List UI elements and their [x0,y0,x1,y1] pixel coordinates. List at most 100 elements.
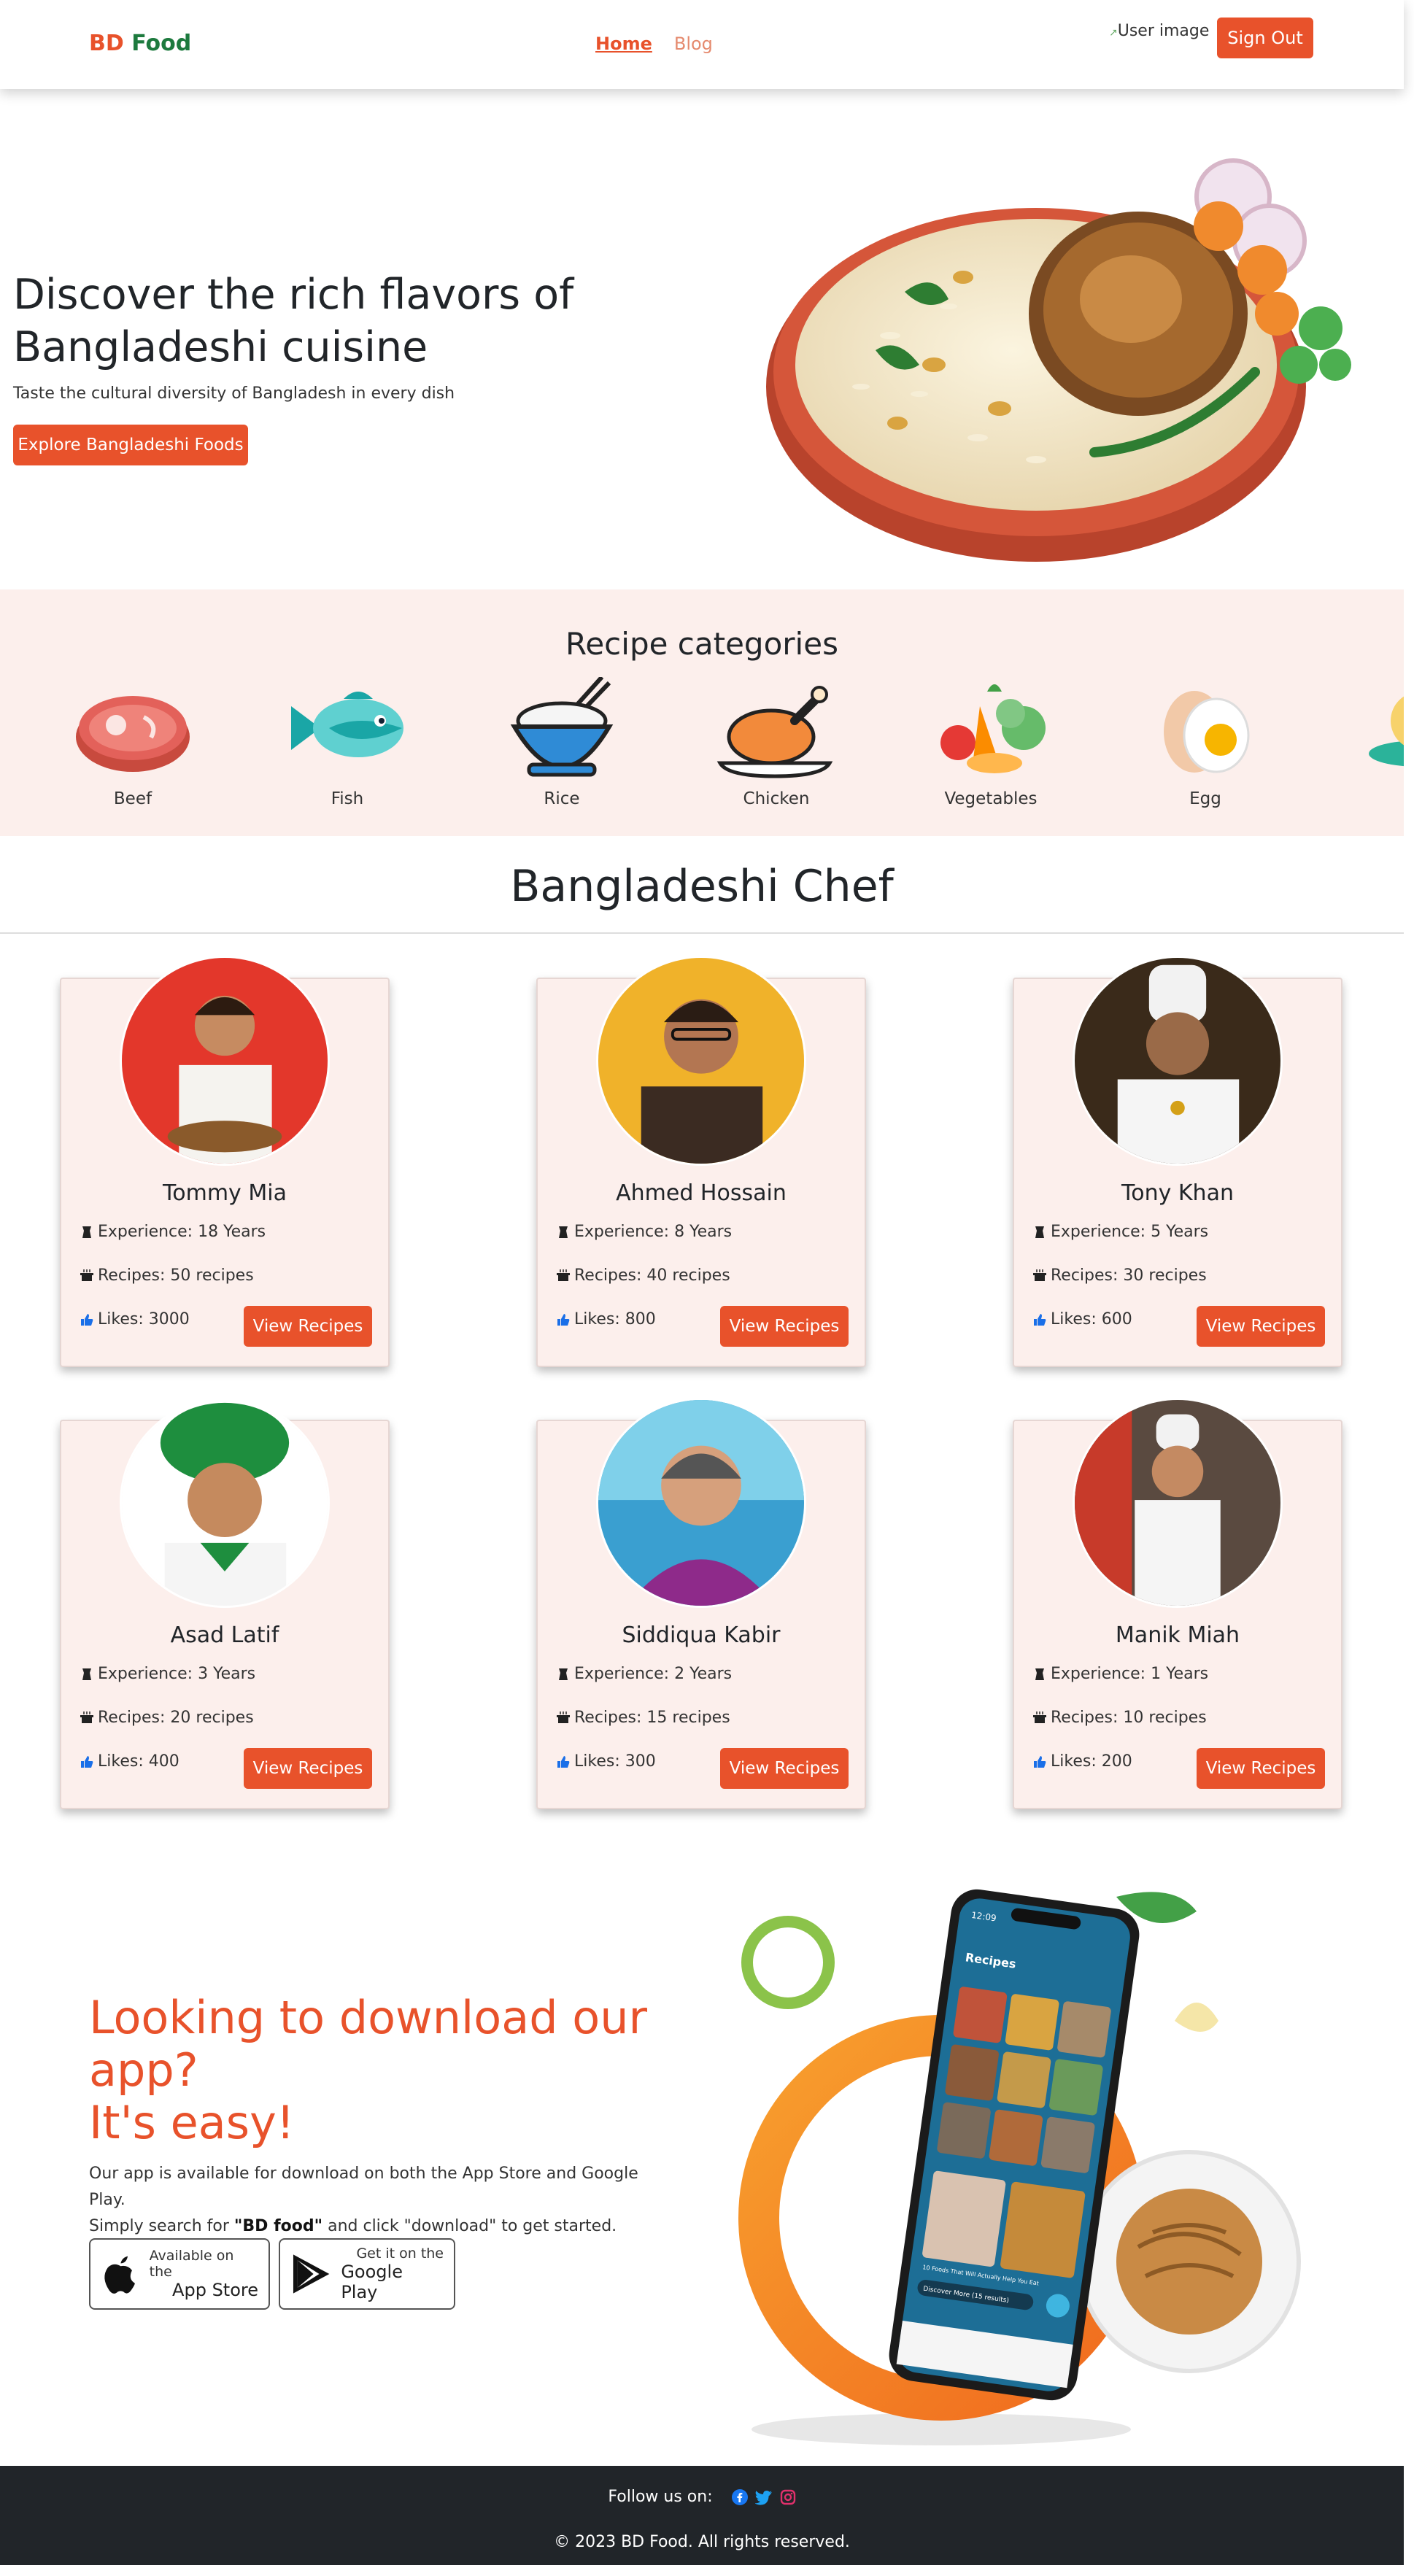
app-desc-bold: "BD food" [233,2217,323,2235]
likes-text: Likes: 3000 [98,1310,190,1328]
brand-logo[interactable]: BD Food [89,31,191,56]
chef-hat-icon [82,1668,91,1680]
brand-part-food: Food [131,31,192,56]
experience-text: Experience: 3 Years [98,1665,256,1683]
apple-icon [104,2256,135,2294]
chef-name: Tommy Mia [163,1180,287,1206]
divider [0,932,1404,934]
chef-photo [1073,1398,1283,1608]
chef-photo [1073,956,1283,1166]
instagram-icon[interactable] [780,2489,796,2505]
chef-experience: Experience: 1 Years [1033,1665,1208,1683]
view-recipes-button[interactable]: View Recipes [720,1748,849,1789]
dessert-icon [1369,696,1404,767]
chef-hat-icon [559,1226,568,1238]
chef-hat-icon [82,1226,91,1238]
chef-card: Asad Latif Experience: 3 Years Recipes: … [60,1398,390,1809]
google-play-icon [293,2254,330,2294]
chef-recipes: Recipes: 40 recipes [557,1266,730,1285]
fish-icon [291,692,403,757]
experience-text: Experience: 5 Years [1051,1223,1209,1241]
sign-out-button[interactable]: Sign Out [1217,18,1313,58]
chef-likes: Likes: 600 [1033,1310,1132,1328]
nav-links: Home Blog [595,34,713,54]
experience-text: Experience: 2 Years [574,1665,733,1683]
category-label: Egg [1189,789,1221,808]
chef-name: Manik Miah [1115,1622,1240,1648]
social-icons [731,2488,796,2505]
chef-name: Asad Latif [170,1622,279,1648]
category-label: Vegetables [944,789,1038,808]
category-beef[interactable]: Beef [67,677,198,808]
cooking-pot-icon [1033,1711,1046,1723]
cooking-pot-icon [80,1269,93,1281]
thumbs-up-icon [81,1755,93,1768]
chef-card: Ahmed Hossain Experience: 8 Years Recipe… [536,956,866,1367]
chef-recipes: Recipes: 50 recipes [80,1266,254,1285]
google-play-small: Get it on the [356,2246,444,2262]
category-label: Beef [113,789,152,808]
hero-subtitle: Taste the cultural diversity of Banglade… [13,384,455,403]
recipes-text: Recipes: 30 recipes [1051,1266,1207,1285]
footer: Follow us on: © 2023 BD Food. All rights… [0,2466,1404,2565]
category-chicken[interactable]: Chicken [711,677,842,808]
cooking-pot-icon [557,1269,570,1281]
chef-photo [120,956,330,1166]
google-play-button[interactable]: Get it on the Google Play [279,2238,455,2310]
category-egg[interactable]: Egg [1140,677,1271,808]
chef-photo [120,1398,330,1608]
hero-title: Discover the rich flavors of Bangladeshi… [13,271,574,371]
recipes-text: Recipes: 40 recipes [574,1266,730,1285]
facebook-icon[interactable] [731,2488,748,2505]
category-vegetables[interactable]: Vegetables [925,677,1056,808]
chef-likes: Likes: 3000 [80,1310,190,1328]
chef-name: Tony Khan [1121,1180,1234,1206]
roast-chicken-icon [716,686,833,778]
egg-icon [1164,691,1250,773]
view-recipes-button[interactable]: View Recipes [1197,1306,1325,1347]
recipes-text: Recipes: 20 recipes [98,1709,254,1727]
chef-likes: Likes: 300 [557,1752,656,1771]
experience-text: Experience: 1 Years [1051,1665,1209,1683]
category-label: Rice [544,789,580,808]
chef-card: Tommy Mia Experience: 18 Years Recipes: … [60,956,390,1367]
experience-text: Experience: 8 Years [574,1223,733,1241]
brand-part-bd: BD [89,31,124,56]
category-partial[interactable]: D [1354,677,1404,808]
cooking-pot-icon [80,1711,93,1723]
user-avatar[interactable]: ↗User image [1109,22,1210,40]
page: BD Food Home Blog ↗User image Sign Out D… [0,0,1414,2576]
view-recipes-button[interactable]: View Recipes [720,1306,849,1347]
chef-recipes: Recipes: 20 recipes [80,1709,254,1727]
thumbs-up-icon [557,1313,570,1326]
twitter-icon[interactable] [754,2489,773,2505]
app-desc-line1: Our app is available for download on bot… [89,2165,638,2209]
nav-link-home[interactable]: Home [595,34,652,54]
category-fish[interactable]: Fish [282,677,413,808]
chef-likes: Likes: 400 [80,1752,179,1771]
view-recipes-button[interactable]: View Recipes [244,1306,372,1347]
app-desc-post: and click "download" to get started. [322,2217,617,2235]
view-recipes-button[interactable]: View Recipes [244,1748,372,1789]
app-store-small: Available on the [149,2248,234,2280]
chef-experience: Experience: 8 Years [557,1223,732,1241]
nav-link-blog[interactable]: Blog [674,34,713,54]
app-title-line2: It's easy! [89,2096,295,2149]
category-label: Chicken [743,789,810,808]
navbar: BD Food Home Blog ↗User image Sign Out [0,0,1404,89]
category-label: Fish [331,789,364,808]
chef-experience: Experience: 5 Years [1033,1223,1208,1241]
thumbs-up-icon [557,1755,570,1768]
chef-recipes: Recipes: 30 recipes [1033,1266,1207,1285]
chef-experience: Experience: 2 Years [557,1665,732,1683]
hero-biryani-image [766,158,1351,562]
view-recipes-button[interactable]: View Recipes [1197,1748,1325,1789]
category-rice[interactable]: Rice [496,677,627,808]
app-download-description: Our app is available for download on bot… [89,2161,673,2240]
follow-us: Follow us on: [0,2488,1404,2506]
rice-bowl-icon [510,677,614,777]
app-store-button[interactable]: Available on the App Store [89,2238,270,2310]
explore-foods-button[interactable]: Explore Bangladeshi Foods [13,425,248,465]
chef-experience: Experience: 18 Years [80,1223,266,1241]
chef-card: Siddiqua Kabir Experience: 2 Years Recip… [536,1398,866,1809]
